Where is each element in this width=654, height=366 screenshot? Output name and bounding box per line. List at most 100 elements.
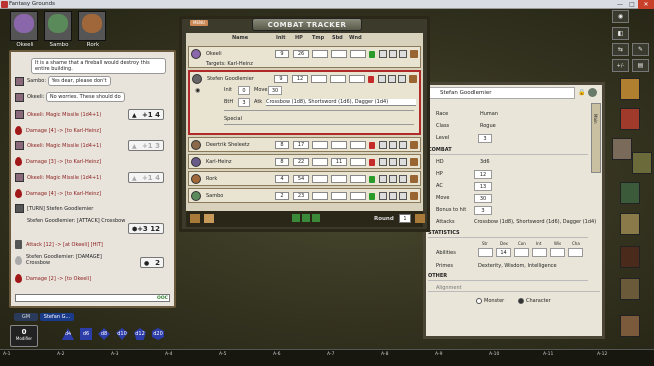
ct-init[interactable]: 2 — [275, 192, 289, 200]
ct-toggle[interactable] — [398, 75, 406, 83]
bonus-to-hit-value[interactable]: 3 — [474, 206, 492, 215]
ct-toggle[interactable] — [379, 192, 387, 200]
token-icon[interactable] — [192, 74, 202, 84]
ct-row-stefen[interactable]: Stefen Goodlemier 9 12 ◉ Init 0 Move 30 … — [188, 70, 421, 135]
token-icon[interactable] — [191, 191, 201, 201]
faction-icon[interactable] — [369, 51, 375, 58]
ability-str[interactable] — [478, 248, 493, 257]
npcs-icon[interactable] — [632, 152, 652, 174]
ct-row-karl-heinz[interactable]: Karl-Heinz 8 22 11 — [188, 154, 421, 169]
ct-init[interactable]: 4 — [275, 175, 289, 183]
delete-icon[interactable] — [410, 192, 418, 200]
dice-result[interactable]: ● 2 — [140, 257, 164, 268]
d6-die[interactable]: d6 — [80, 328, 92, 340]
ct-tmp[interactable] — [312, 141, 328, 149]
delete-icon[interactable] — [410, 50, 418, 58]
ct-row-deertrik[interactable]: Deertrik Sheleetz 8 17 — [188, 137, 421, 152]
ct-wnd[interactable] — [349, 75, 365, 83]
delete-icon[interactable] — [410, 175, 418, 183]
ct-toggle[interactable] — [389, 141, 397, 149]
maximize-button[interactable]: □ — [626, 0, 638, 9]
characters-icon[interactable] — [620, 78, 640, 100]
ct-toggle[interactable] — [388, 75, 396, 83]
ac-value[interactable]: 13 — [474, 182, 492, 191]
token-icon[interactable] — [191, 140, 201, 150]
level-value[interactable]: 3 — [478, 134, 492, 143]
ct-hp[interactable]: 12 — [292, 75, 308, 83]
ct-toggle[interactable] — [399, 141, 407, 149]
faction-icon[interactable] — [369, 142, 375, 149]
hotkey-slot[interactable]: A-12 — [597, 352, 607, 357]
ability-wis[interactable] — [550, 248, 565, 257]
ct-row-rork[interactable]: Rork 4 54 — [188, 171, 421, 186]
ct-wnd[interactable] — [350, 175, 366, 183]
ct-wnd[interactable] — [350, 158, 366, 166]
tab-main[interactable]: Main — [593, 114, 598, 124]
hotkey-slot[interactable]: A-2 — [57, 352, 64, 357]
ct-toggle[interactable] — [389, 50, 397, 58]
init-mod[interactable]: 0 — [238, 86, 250, 95]
ct-toggle[interactable] — [379, 141, 387, 149]
delete-icon[interactable] — [410, 158, 418, 166]
ct-sbd[interactable] — [331, 175, 347, 183]
dice-result[interactable]: ▲ +1 4 — [128, 172, 164, 183]
delete-icon[interactable] — [409, 75, 417, 83]
monsters-icon[interactable] — [620, 182, 640, 204]
hp-value[interactable]: 12 — [474, 170, 492, 179]
attacks-value[interactable]: Crossbow (1d8), Shortsword (1d6), Dagger… — [474, 219, 596, 225]
ct-hp[interactable]: 17 — [293, 141, 309, 149]
sidebar-button-record[interactable]: ◉ — [612, 10, 629, 23]
token-icon[interactable] — [191, 49, 201, 59]
faction-icon[interactable] — [369, 159, 375, 166]
ct-toggle[interactable] — [379, 175, 387, 183]
swords-icon[interactable] — [190, 214, 200, 223]
faction-foe-icon[interactable] — [312, 214, 320, 222]
character-radio[interactable] — [518, 298, 524, 304]
ability-cha[interactable] — [568, 248, 583, 257]
ct-toggle[interactable] — [389, 175, 397, 183]
ct-toggle[interactable] — [379, 158, 387, 166]
move-value[interactable]: 30 — [268, 86, 282, 95]
ct-wnd[interactable] — [350, 192, 366, 200]
delete-icon[interactable] — [410, 141, 418, 149]
ct-sbd[interactable] — [331, 141, 347, 149]
ct-hp[interactable]: 22 — [293, 158, 309, 166]
token-icon[interactable] — [191, 174, 201, 184]
envelope-icon[interactable] — [204, 214, 214, 223]
identity-tab-character[interactable]: Stefan G... — [40, 313, 74, 321]
ct-tmp[interactable] — [312, 158, 328, 166]
close-button[interactable]: ✕ — [638, 0, 654, 9]
ct-toggle[interactable] — [399, 175, 407, 183]
lock-icon[interactable]: 🔒 — [578, 89, 585, 96]
ct-tmp[interactable] — [312, 50, 328, 58]
faction-neutral-icon[interactable] — [302, 214, 310, 222]
sidebar-button-modifiers[interactable]: +/- — [612, 59, 629, 72]
faction-friend-icon[interactable] — [292, 214, 300, 222]
ct-init[interactable]: 9 — [274, 75, 288, 83]
dice-result[interactable]: ▲ +1 3 — [128, 140, 164, 151]
hotkey-slot[interactable]: A-10 — [489, 352, 499, 357]
faction-icon[interactable] — [368, 76, 374, 83]
ct-toggle[interactable] — [389, 192, 397, 200]
ability-con[interactable] — [514, 248, 529, 257]
hotkey-slot[interactable]: A-9 — [435, 352, 442, 357]
eye-icon[interactable]: ◉ — [195, 87, 200, 94]
minimize-button[interactable]: — — [614, 0, 626, 9]
menu-button[interactable]: MENU — [190, 20, 208, 26]
ct-hp[interactable]: 26 — [293, 50, 309, 58]
ct-toggle[interactable] — [389, 158, 397, 166]
ct-init[interactable]: 9 — [275, 50, 289, 58]
sheet-tabs[interactable]: Main — [591, 103, 601, 173]
ct-sbd[interactable] — [331, 192, 347, 200]
ct-sbd[interactable] — [331, 50, 347, 58]
ability-int[interactable] — [532, 248, 547, 257]
combat-tracker[interactable]: COMBAT TRACKER MENU Name Init HP Tmp Sbd… — [179, 16, 430, 232]
ct-init[interactable]: 8 — [275, 141, 289, 149]
notes-icon[interactable] — [620, 108, 640, 130]
ct-init[interactable]: 8 — [275, 158, 289, 166]
sidebar-button-lighting[interactable]: ◧ — [612, 27, 629, 40]
ct-tmp[interactable] — [312, 192, 328, 200]
next-turn-icon[interactable] — [415, 214, 425, 223]
ct-toggle[interactable] — [399, 158, 407, 166]
bth-value[interactable]: 3 — [238, 98, 250, 107]
